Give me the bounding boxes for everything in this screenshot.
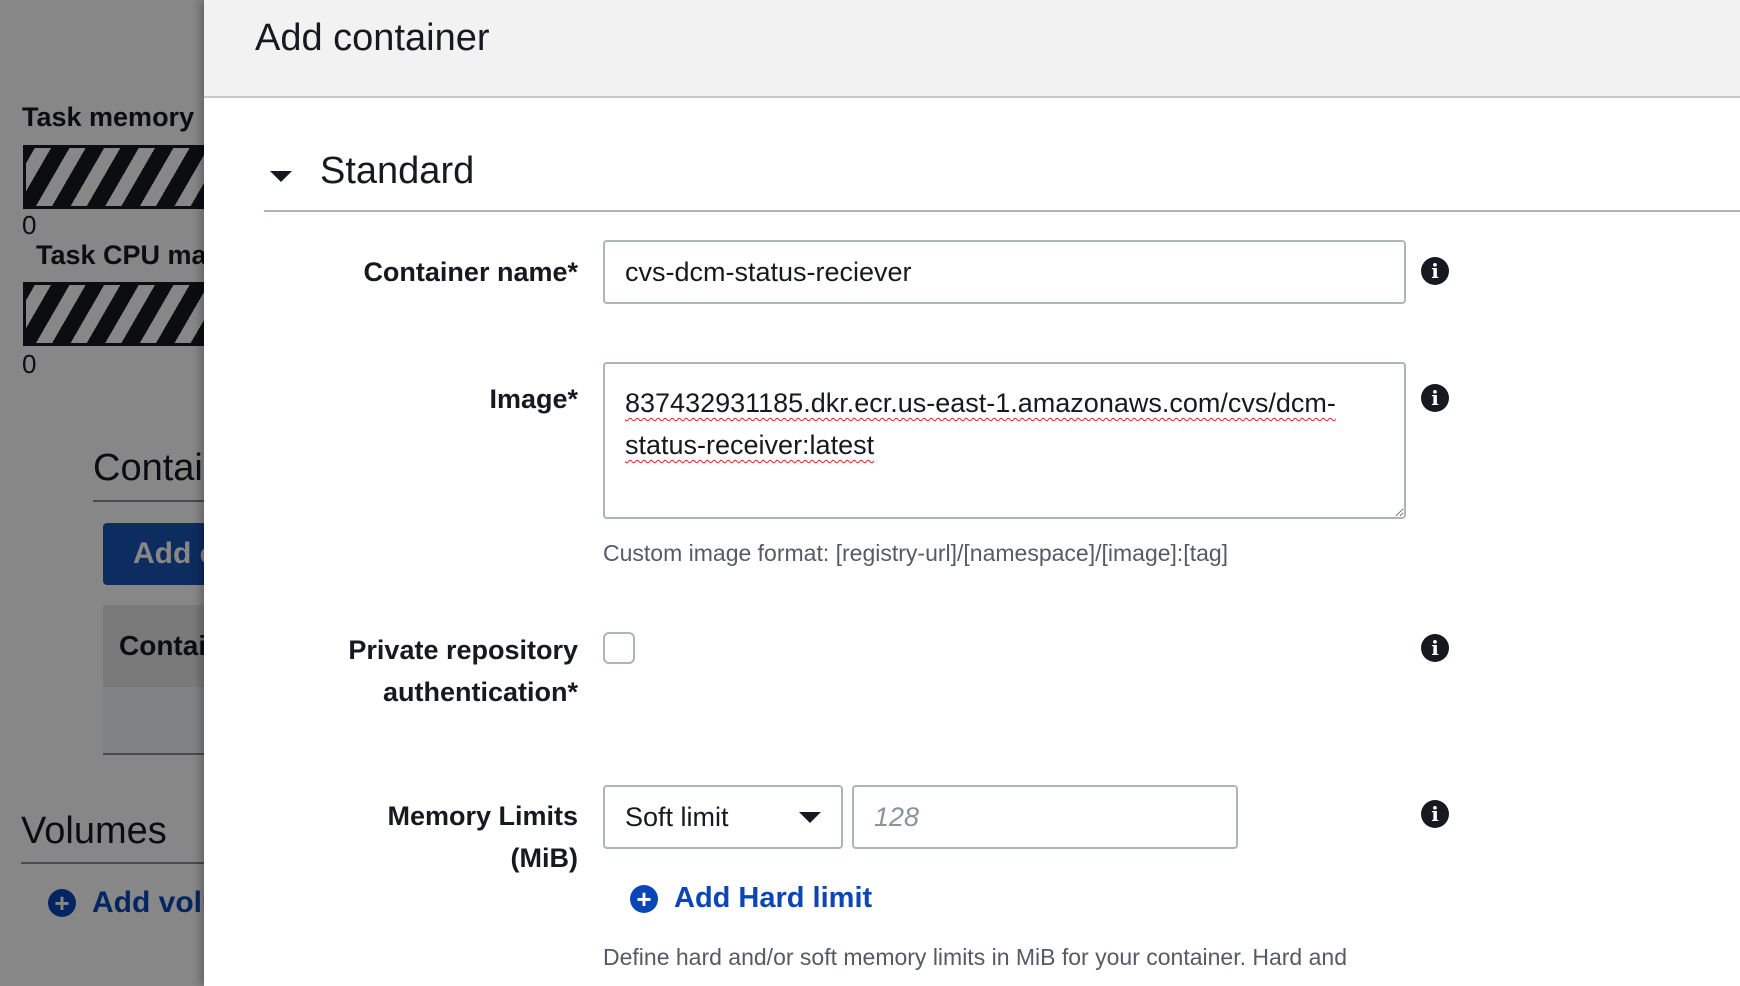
limit-type-value: Soft limit — [625, 802, 729, 832]
add-container-modal: Add container Standard Container name* i… — [204, 0, 1740, 986]
info-icon[interactable]: i — [1421, 800, 1449, 828]
info-icon[interactable]: i — [1421, 257, 1449, 285]
screen-root: Task memory 0 Task CPU ma 0 Contai Add c… — [0, 0, 1740, 986]
private-repo-label-line1: Private repository — [348, 635, 578, 665]
limit-type-select[interactable]: Soft limit — [603, 785, 843, 849]
private-repo-label-line2: authentication* — [382, 677, 578, 707]
plus-circle-icon: + — [630, 884, 658, 913]
image-label: Image* — [489, 384, 578, 414]
add-hard-limit-label: Add Hard limit — [674, 882, 873, 914]
add-hard-limit-link[interactable]: + Add Hard limit — [630, 882, 872, 915]
memory-limits-label-line2: (MiB) — [510, 843, 578, 873]
chevron-down-icon — [799, 812, 821, 823]
container-name-label: Container name* — [363, 257, 578, 287]
info-icon[interactable]: i — [1421, 384, 1449, 412]
private-repo-checkbox[interactable] — [603, 632, 635, 664]
memory-limit-input[interactable] — [852, 785, 1238, 849]
modal-header: Add container — [204, 0, 1740, 98]
image-value: 837432931185.dkr.ecr.us-east-1.amazonaws… — [625, 388, 1336, 460]
memory-limits-label-line1: Memory Limits — [387, 801, 578, 831]
caret-down-icon[interactable] — [270, 171, 292, 182]
memory-limits-help: Define hard and/or soft memory limits in… — [603, 944, 1347, 970]
image-format-help: Custom image format: [registry-url]/[nam… — [603, 540, 1229, 566]
image-textarea[interactable]: 837432931185.dkr.ecr.us-east-1.amazonaws… — [603, 362, 1406, 519]
container-name-input[interactable] — [603, 240, 1406, 304]
info-icon[interactable]: i — [1421, 634, 1449, 662]
modal-backdrop[interactable] — [0, 0, 210, 986]
section-divider — [264, 210, 1740, 212]
section-title-standard[interactable]: Standard — [320, 150, 474, 193]
modal-title: Add container — [255, 17, 490, 59]
